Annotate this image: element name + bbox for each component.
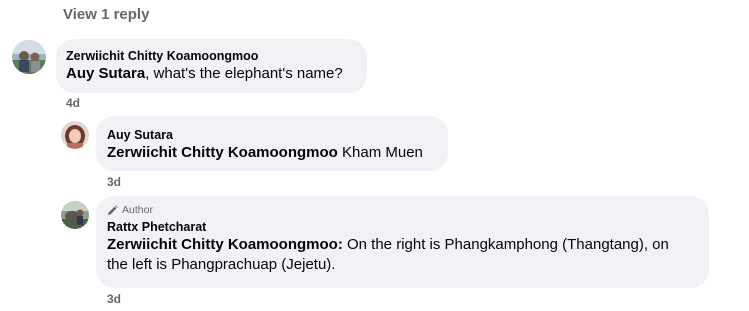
mention-link[interactable]: Zerwiichit Chitty Koamoongmoo (107, 144, 338, 161)
comment-text: Zerwiichit Chitty Koamoongmoo: On the ri… (107, 235, 692, 275)
comment-bubble: Auy Sutara Zerwiichit Chitty Koamoongmoo… (96, 116, 448, 171)
pencil-icon (107, 205, 118, 216)
comment-text: Zerwiichit Chitty Koamoongmoo Kham Muen (107, 143, 437, 163)
comment-bubble: Zerwiichit Chitty Koamoongmoo Auy Sutara… (56, 39, 367, 93)
avatar[interactable] (12, 40, 46, 74)
comment-body: Kham Muen (337, 144, 423, 161)
view-replies-link[interactable]: View 1 reply (63, 6, 149, 23)
author-badge-label: Author (122, 204, 153, 216)
mention-link[interactable]: Zerwiichit Chitty Koamoongmoo: (107, 236, 343, 253)
comment-author[interactable]: Rattx Phetcharat (107, 219, 698, 235)
comment-text: Auy Sutara, what's the elephant's name? (66, 64, 357, 84)
author-badge: Author (107, 204, 698, 217)
comment-author[interactable]: Auy Sutara (107, 127, 437, 143)
comment-bubble: Author Rattx Phetcharat Zerwiichit Chitt… (96, 196, 709, 288)
avatar[interactable] (61, 201, 89, 229)
avatar[interactable] (61, 121, 89, 149)
comment-timestamp[interactable]: 4d (66, 96, 80, 110)
comment-author[interactable]: Zerwiichit Chitty Koamoongmoo (66, 48, 357, 64)
comment-body: , what's the elephant's name? (145, 65, 343, 82)
comment-timestamp[interactable]: 3d (107, 292, 121, 306)
comment-timestamp[interactable]: 3d (107, 175, 121, 189)
mention-link[interactable]: Auy Sutara (66, 65, 145, 82)
